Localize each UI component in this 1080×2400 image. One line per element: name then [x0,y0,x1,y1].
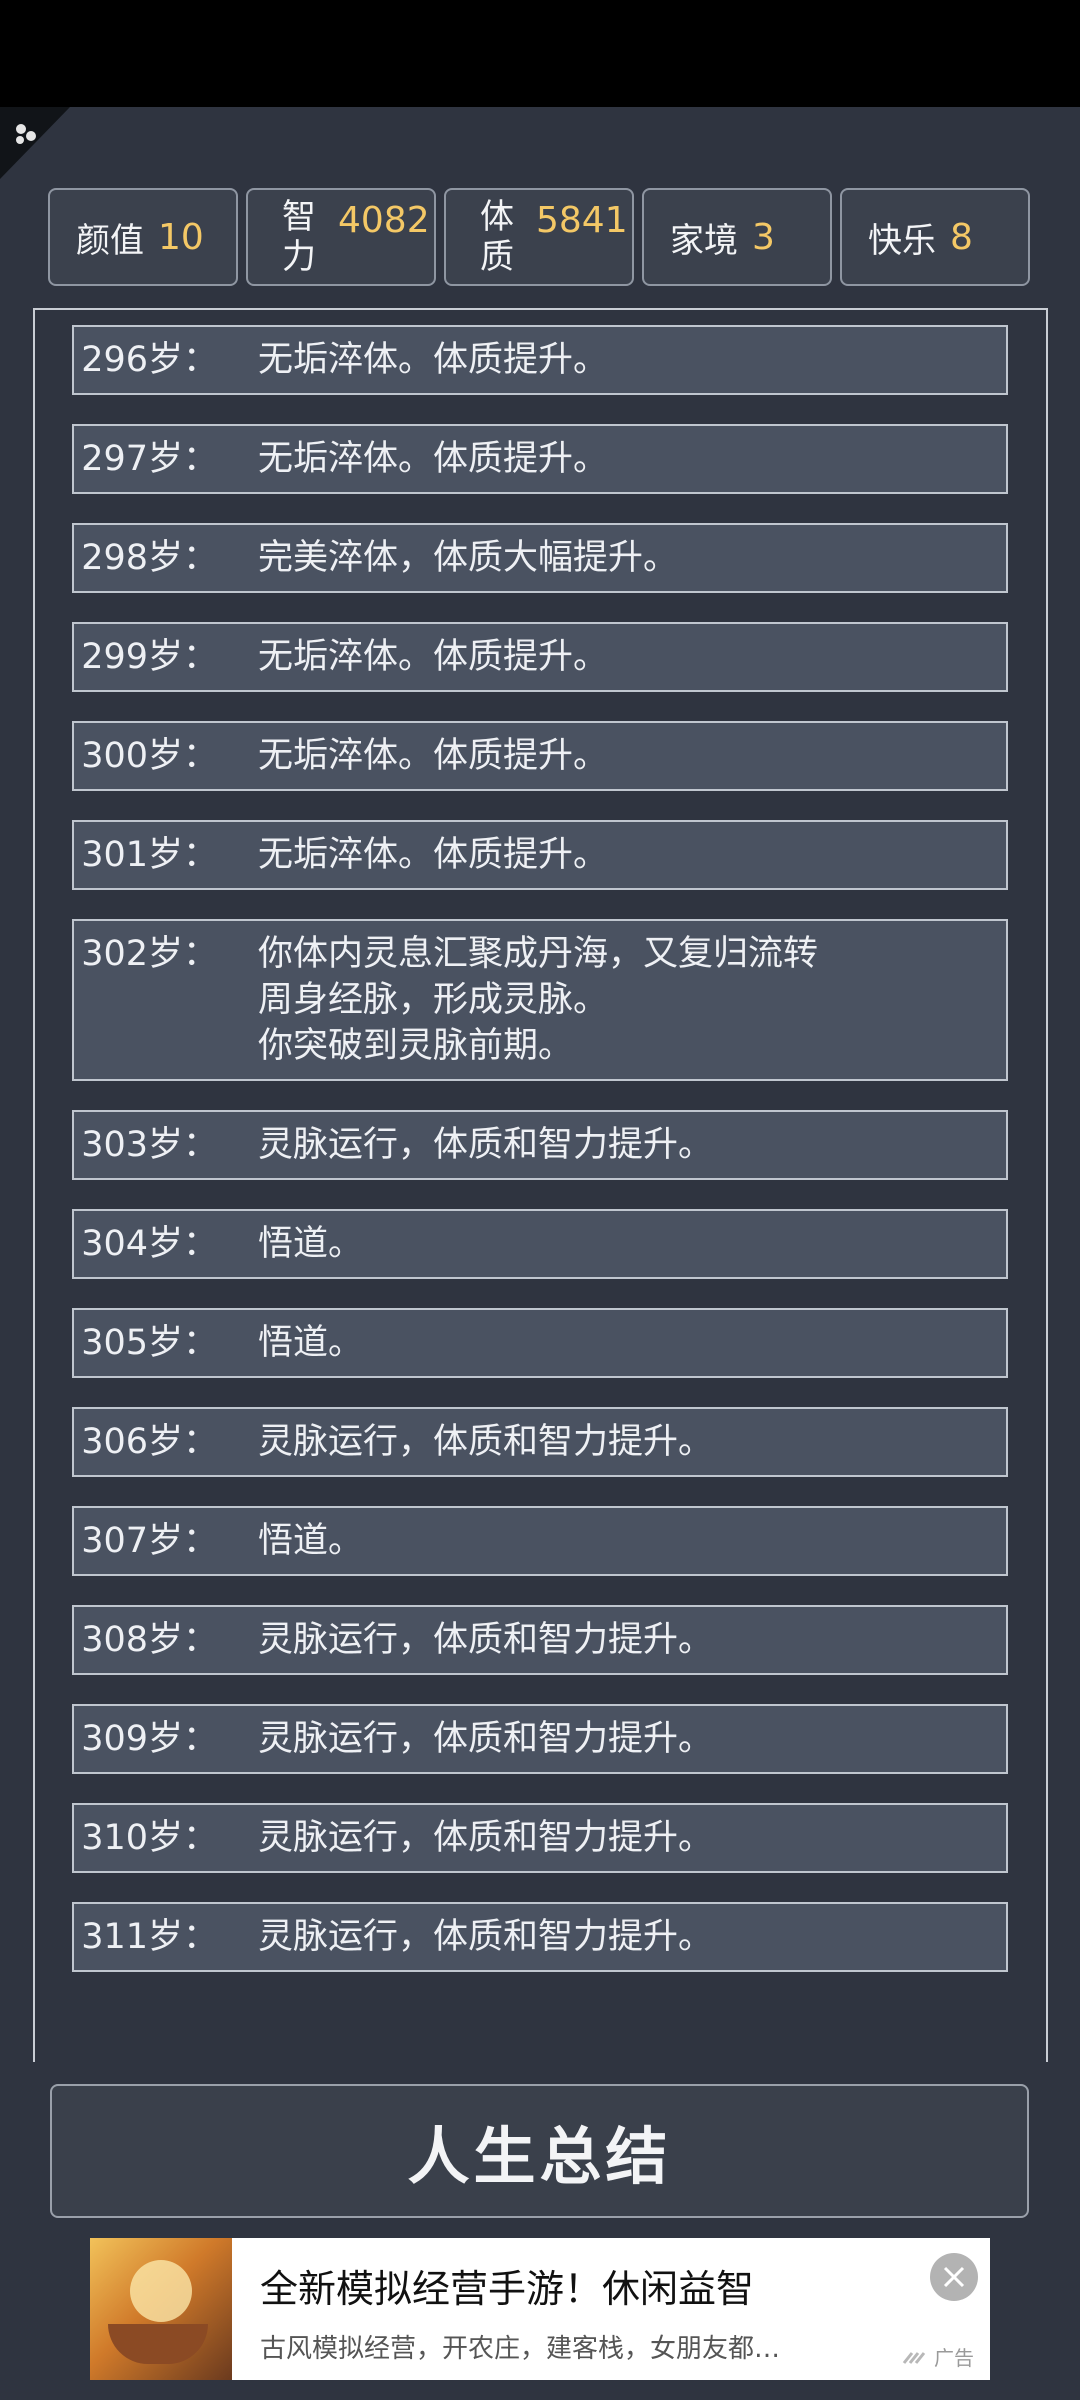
log-entry: 305岁： 悟道。 [72,1308,1008,1378]
log-entry: 296岁： 无垢淬体。体质提升。 [72,325,1008,395]
log-entry: 302岁： 你体内灵息汇聚成丹海，又复归流转 周身经脉，形成灵脉。 你突破到灵脉前期。 [72,919,1008,1081]
stat-label: 智力 [282,197,316,277]
ad-image [90,2238,232,2380]
log-entry-age: 300岁： [81,736,218,776]
stat-appearance: 颜值 10 [48,188,238,286]
log-entry-text: 你体内灵息汇聚成丹海，又复归流转 周身经脉，形成灵脉。 你突破到灵脉前期。 [258,931,1006,1069]
log-entry-line: 灵脉运行，体质和智力提升。 [258,1719,714,1759]
log-entry-age: 311岁： [81,1917,218,1957]
stat-physique: 体质 5841 [444,188,634,286]
log-entry-line: 无垢淬体。体质提升。 [258,439,609,479]
stat-family: 家境 3 [642,188,832,286]
log-entry-age: 303岁： [81,1125,218,1165]
stat-value: 4082 [338,200,430,241]
log-entry: 308岁： 灵脉运行，体质和智力提升。 [72,1605,1008,1675]
log-entry-text: 灵脉运行，体质和智力提升。 [258,1914,1006,1960]
log-entry-line: 灵脉运行，体质和智力提升。 [258,1125,714,1165]
log-entry-text: 悟道。 [258,1518,1006,1564]
log-entry: 299岁： 无垢淬体。体质提升。 [72,622,1008,692]
log-entry-line: 你突破到灵脉前期。 [258,1026,574,1066]
log-entry-text: 悟道。 [258,1320,1006,1366]
stat-label: 家境 [670,220,738,261]
log-entry: 306岁： 灵脉运行，体质和智力提升。 [72,1407,1008,1477]
log-entry-text: 灵脉运行，体质和智力提升。 [258,1617,1006,1663]
log-entry: 307岁： 悟道。 [72,1506,1008,1576]
stat-value: 8 [950,216,973,258]
log-entry-age: 305岁： [81,1323,218,1363]
log-entry: 310岁： 灵脉运行，体质和智力提升。 [72,1803,1008,1873]
ad-banner[interactable]: 全新模拟经营手游！休闲益智 古风模拟经营，开农庄，建客栈，女朋友都… 广告 [90,2238,990,2380]
log-entry: 311岁： 灵脉运行，体质和智力提升。 [72,1902,1008,1972]
ad-description: 古风模拟经营，开农庄，建客栈，女朋友都… [260,2334,781,2364]
log-entry-age: 298岁： [81,538,218,578]
log-entry-age: 299岁： [81,637,218,677]
log-entry-line: 你体内灵息汇聚成丹海，又复归流转 [258,934,819,974]
log-entry-age: 310岁： [81,1818,218,1858]
settings-icon [16,124,36,144]
life-log-panel[interactable]: 296岁： 无垢淬体。体质提升。 297岁： 无垢淬体。体质提升。 298岁： 完美淬体，… [33,308,1048,2062]
log-entry-age: 308岁： [81,1620,218,1660]
log-entry-line: 灵脉运行，体质和智力提升。 [258,1620,714,1660]
attribute-bar: 颜值 10 智力 4082 体质 5841 家境 3 快乐 8 [48,188,1032,286]
stat-label: 快乐 [868,220,936,261]
log-entry-text: 完美淬体，体质大幅提升。 [258,535,1006,581]
log-entry-age: 309岁： [81,1719,218,1759]
log-entry-text: 无垢淬体。体质提升。 [258,634,1006,680]
log-entry-line: 周身经脉，形成灵脉。 [258,980,609,1020]
log-entry-text: 灵脉运行，体质和智力提升。 [258,1419,1006,1465]
stat-label: 体质 [480,197,514,277]
corner-menu-button[interactable] [0,107,70,179]
log-entry: 300岁： 无垢淬体。体质提升。 [72,721,1008,791]
ad-tag-label: 广告 [934,2346,974,2370]
log-entry-line: 无垢淬体。体质提升。 [258,835,609,875]
log-entry: 304岁： 悟道。 [72,1209,1008,1279]
log-entry-line: 灵脉运行，体质和智力提升。 [258,1917,714,1957]
stat-intelligence: 智力 4082 [246,188,436,286]
log-entry: 298岁： 完美淬体，体质大幅提升。 [72,523,1008,593]
log-entry-age: 306岁： [81,1422,218,1462]
log-entry: 309岁： 灵脉运行，体质和智力提升。 [72,1704,1008,1774]
log-entry-text: 灵脉运行，体质和智力提升。 [258,1716,1006,1762]
life-log-list: 296岁： 无垢淬体。体质提升。 297岁： 无垢淬体。体质提升。 298岁： 完美淬体，… [72,325,1008,2001]
stat-label: 颜值 [76,220,144,261]
log-entry-text: 灵脉运行，体质和智力提升。 [258,1122,1006,1168]
log-entry-age: 297岁： [81,439,218,479]
close-icon[interactable] [930,2253,978,2301]
log-entry-line: 悟道。 [258,1521,364,1561]
log-entry-line: 悟道。 [258,1323,364,1363]
log-entry-line: 无垢淬体。体质提升。 [258,637,609,677]
ad-logo-icon [902,2351,926,2364]
log-entry-line: 无垢淬体。体质提升。 [258,340,609,380]
stat-value: 10 [158,216,204,258]
life-summary-button[interactable]: 人生总结 [50,2084,1029,2218]
status-bar [0,0,1080,107]
ad-title: 全新模拟经营手游！休闲益智 [260,2267,755,2311]
log-entry-line: 灵脉运行，体质和智力提升。 [258,1818,714,1858]
log-entry-text: 无垢淬体。体质提升。 [258,436,1006,482]
log-entry-age: 304岁： [81,1224,218,1264]
log-entry-age: 296岁： [81,340,218,380]
log-entry-line: 完美淬体，体质大幅提升。 [258,538,679,578]
log-entry-age: 301岁： [81,835,218,875]
log-entry: 297岁： 无垢淬体。体质提升。 [72,424,1008,494]
log-entry-age: 307岁： [81,1521,218,1561]
log-entry-line: 灵脉运行，体质和智力提升。 [258,1422,714,1462]
log-entry-text: 悟道。 [258,1221,1006,1267]
stat-value: 5841 [536,200,628,241]
log-entry: 301岁： 无垢淬体。体质提升。 [72,820,1008,890]
log-entry-line: 无垢淬体。体质提升。 [258,736,609,776]
log-entry-line: 悟道。 [258,1224,364,1264]
log-entry-age: 302岁： [81,934,218,974]
log-entry-text: 无垢淬体。体质提升。 [258,733,1006,779]
stat-value: 3 [752,216,775,258]
log-entry-text: 无垢淬体。体质提升。 [258,337,1006,383]
stat-happiness: 快乐 8 [840,188,1030,286]
log-entry-text: 灵脉运行，体质和智力提升。 [258,1815,1006,1861]
log-entry-text: 无垢淬体。体质提升。 [258,832,1006,878]
ad-tag: 广告 [902,2342,974,2371]
log-entry: 303岁： 灵脉运行，体质和智力提升。 [72,1110,1008,1180]
